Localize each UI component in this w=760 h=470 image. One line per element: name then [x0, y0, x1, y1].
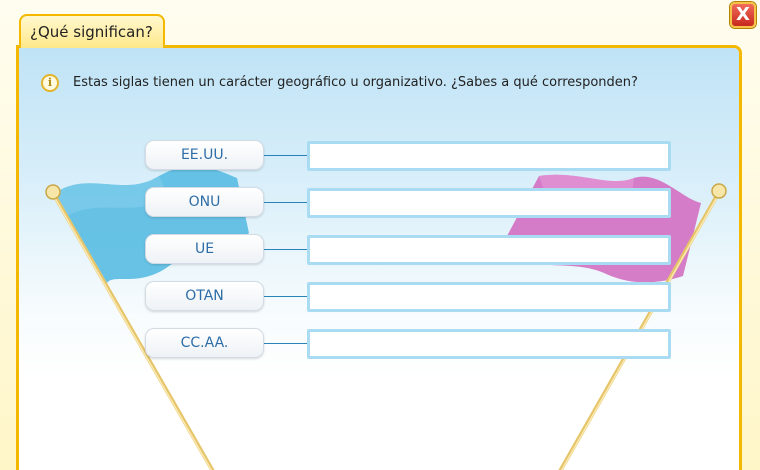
acronym-chip: ONU [145, 187, 264, 217]
acronym-chip: EE.UU. [145, 140, 264, 170]
connector-line [264, 155, 308, 156]
connector-line [264, 296, 308, 297]
acronym-chip: OTAN [145, 281, 264, 311]
answer-input-eeuu[interactable] [307, 141, 671, 171]
window-title: ¿Qué significan? [30, 23, 153, 41]
answer-input-onu[interactable] [307, 188, 671, 218]
answer-input-ue[interactable] [307, 235, 671, 265]
acronym-row-otan: OTAN [19, 281, 739, 315]
acronym-row-ue: UE [19, 234, 739, 268]
connector-line [264, 202, 308, 203]
close-button[interactable]: X [730, 2, 756, 28]
instruction-text: Estas siglas tienen un carácter geográfi… [73, 75, 638, 90]
acronym-row-ccaa: CC.AA. [19, 328, 739, 362]
acronym-row-eeuu: EE.UU. [19, 140, 739, 174]
answer-input-otan[interactable] [307, 282, 671, 312]
acronym-chip: UE [145, 234, 264, 264]
acronym-chip: CC.AA. [145, 328, 264, 358]
content-panel: i Estas siglas tienen un carácter geográ… [16, 45, 742, 470]
connector-line [264, 343, 308, 344]
answer-input-ccaa[interactable] [307, 329, 671, 359]
connector-line [264, 249, 308, 250]
window-tab: ¿Qué significan? [19, 14, 165, 48]
info-icon: i [41, 74, 59, 92]
acronym-row-onu: ONU [19, 187, 739, 221]
